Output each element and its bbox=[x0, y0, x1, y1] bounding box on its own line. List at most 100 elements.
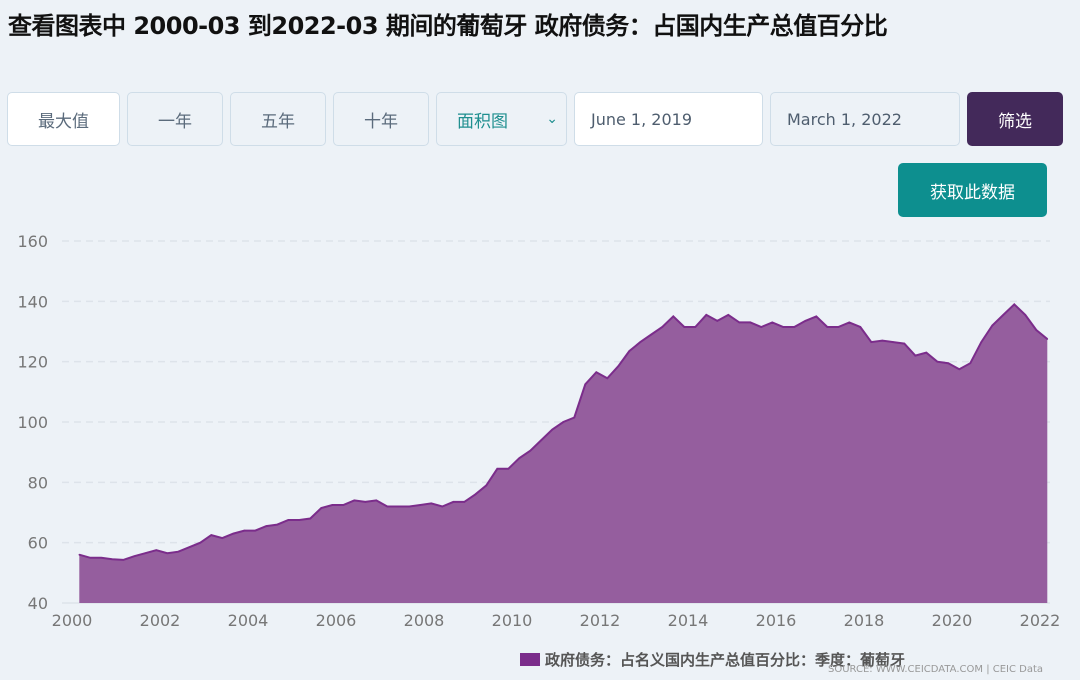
data-point bbox=[452, 501, 455, 503]
data-point bbox=[133, 555, 136, 558]
data-point bbox=[375, 499, 378, 502]
data-point bbox=[188, 546, 191, 548]
x-tick-label: 2022 bbox=[1020, 611, 1061, 630]
data-point bbox=[617, 365, 620, 367]
data-point bbox=[386, 505, 389, 508]
data-point bbox=[573, 416, 576, 419]
data-point bbox=[584, 383, 587, 386]
data-point bbox=[166, 552, 169, 555]
data-point bbox=[342, 504, 345, 506]
data-point bbox=[364, 501, 367, 503]
data-point bbox=[155, 549, 158, 552]
data-point bbox=[859, 326, 862, 328]
data-point bbox=[298, 519, 301, 521]
data-point bbox=[100, 556, 103, 559]
data-point bbox=[474, 493, 477, 496]
data-point bbox=[738, 321, 741, 324]
data-point bbox=[419, 504, 422, 506]
data-point bbox=[518, 457, 521, 460]
data-point bbox=[1046, 338, 1049, 340]
data-point bbox=[1024, 314, 1027, 316]
area-fill bbox=[79, 304, 1048, 603]
data-point bbox=[232, 532, 235, 535]
y-tick-label: 140 bbox=[17, 292, 48, 311]
data-point bbox=[496, 467, 499, 470]
data-point bbox=[771, 321, 774, 324]
data-point bbox=[826, 326, 829, 328]
data-point bbox=[243, 529, 246, 532]
data-point bbox=[430, 502, 433, 505]
x-tick-label: 2012 bbox=[580, 611, 621, 630]
data-point bbox=[397, 505, 400, 508]
data-point bbox=[650, 333, 653, 336]
data-point bbox=[144, 552, 147, 555]
data-point bbox=[760, 326, 763, 328]
data-point bbox=[639, 341, 642, 343]
x-tick-label: 2002 bbox=[140, 611, 181, 630]
data-point bbox=[881, 339, 884, 342]
data-point bbox=[595, 371, 598, 374]
data-point bbox=[936, 360, 939, 363]
data-point bbox=[705, 314, 708, 316]
data-point bbox=[672, 315, 675, 318]
data-point bbox=[870, 341, 873, 343]
data-point bbox=[122, 559, 125, 561]
x-tick-label: 2016 bbox=[756, 611, 797, 630]
data-point bbox=[683, 326, 686, 328]
data-point bbox=[320, 507, 323, 509]
data-point bbox=[540, 439, 543, 441]
data-point bbox=[276, 523, 279, 526]
data-point bbox=[980, 341, 983, 343]
data-point bbox=[529, 449, 532, 452]
y-tick-label: 60 bbox=[28, 534, 48, 553]
data-point bbox=[287, 519, 290, 521]
data-point bbox=[89, 556, 92, 559]
y-tick-label: 160 bbox=[17, 232, 48, 251]
data-point bbox=[221, 537, 224, 539]
data-point bbox=[463, 501, 466, 503]
legend-swatch bbox=[520, 653, 540, 666]
area-chart: 40 60 80 100 120 140 160 2000 2002 2004 2006 2008 20… bbox=[17, 232, 1061, 630]
data-point bbox=[782, 326, 785, 328]
data-point bbox=[1013, 303, 1016, 306]
data-point bbox=[562, 421, 565, 423]
data-point bbox=[265, 525, 268, 527]
data-point bbox=[1035, 329, 1038, 331]
y-tick-label: 100 bbox=[17, 413, 48, 432]
y-tick-label: 120 bbox=[17, 353, 48, 372]
data-point bbox=[210, 534, 213, 536]
data-point bbox=[309, 517, 312, 520]
data-point bbox=[408, 505, 411, 508]
data-point bbox=[727, 314, 730, 316]
data-point bbox=[749, 321, 752, 324]
data-point bbox=[804, 320, 807, 322]
data-point bbox=[441, 505, 444, 508]
data-point bbox=[78, 553, 81, 556]
data-point bbox=[254, 529, 257, 532]
data-point bbox=[551, 428, 554, 431]
x-tick-label: 2014 bbox=[668, 611, 709, 630]
data-point bbox=[716, 320, 719, 322]
data-point bbox=[661, 326, 664, 328]
data-point bbox=[485, 484, 488, 487]
x-tick-label: 2008 bbox=[404, 611, 445, 630]
y-tick-label: 40 bbox=[28, 594, 48, 613]
data-point bbox=[991, 324, 994, 327]
data-point bbox=[793, 326, 796, 328]
data-point bbox=[969, 362, 972, 364]
data-point bbox=[914, 354, 917, 357]
data-point bbox=[958, 368, 961, 371]
data-point bbox=[628, 350, 631, 352]
x-tick-label: 2020 bbox=[932, 611, 973, 630]
data-point bbox=[903, 342, 906, 345]
y-tick-label: 80 bbox=[28, 473, 48, 492]
x-tick-label: 2010 bbox=[492, 611, 533, 630]
data-point bbox=[111, 558, 114, 561]
data-point bbox=[892, 341, 895, 343]
data-point bbox=[1002, 314, 1005, 316]
data-point bbox=[353, 499, 356, 502]
data-point bbox=[331, 504, 334, 506]
x-tick-label: 2018 bbox=[844, 611, 885, 630]
source-note: SOURCE: WWW.CEICDATA.COM | CEIC Data bbox=[828, 664, 1044, 675]
data-point bbox=[694, 326, 697, 328]
